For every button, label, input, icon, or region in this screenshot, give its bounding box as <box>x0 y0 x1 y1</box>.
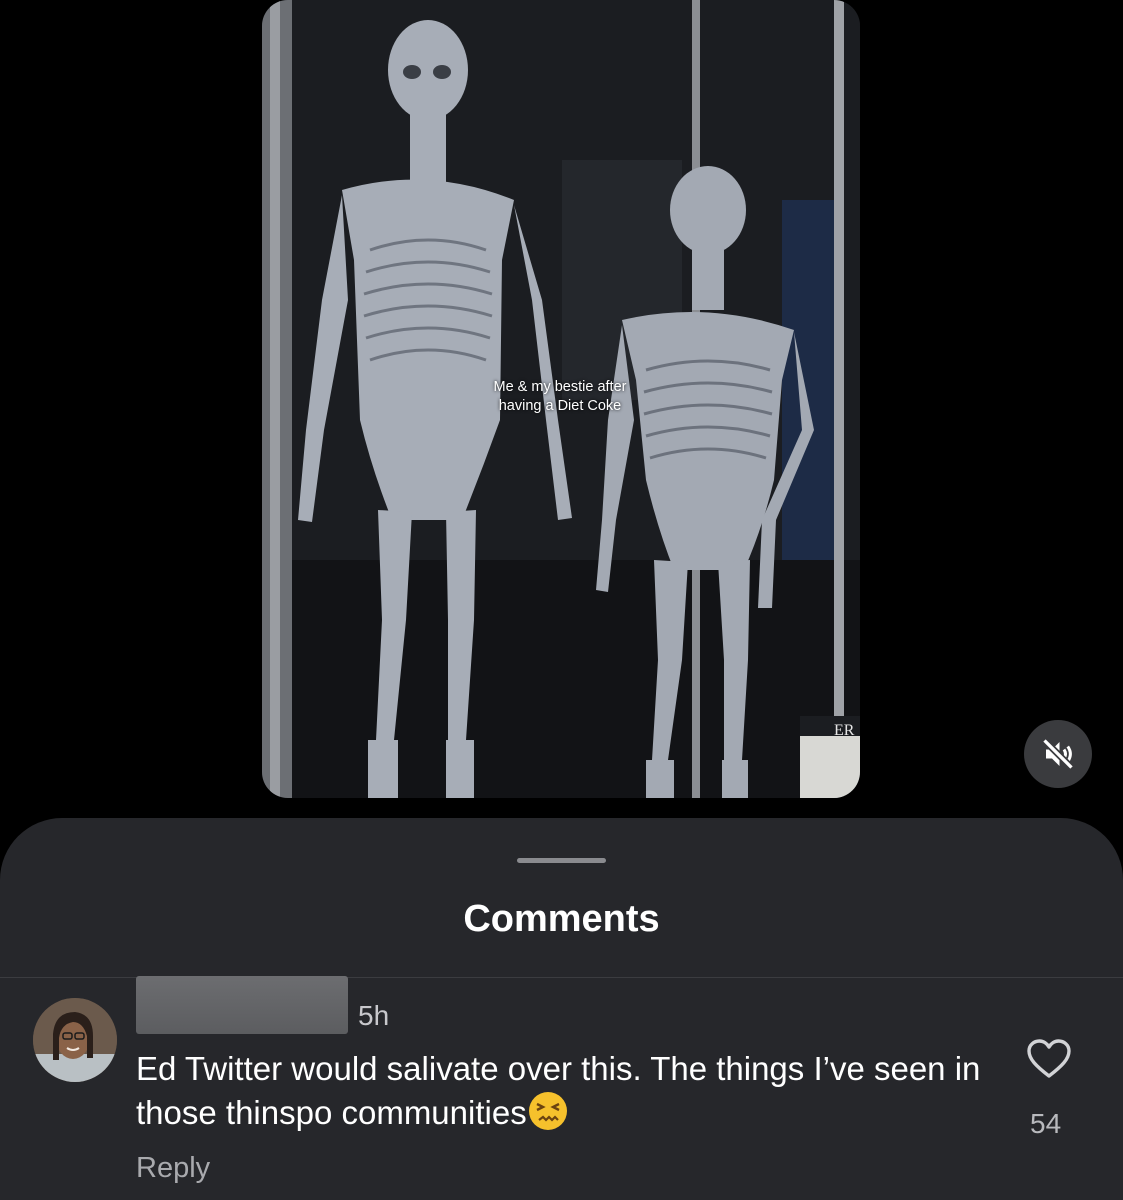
video-caption: Me & my bestie after having a Diet Coke <box>493 379 627 414</box>
avatar-image <box>33 998 117 1082</box>
comment-timestamp: 5h <box>358 1000 390 1031</box>
mute-button[interactable] <box>1024 720 1092 788</box>
sheet-grabber[interactable] <box>517 858 606 863</box>
video-preview[interactable]: ER Me & my bestie after having a Diet Co… <box>262 0 860 798</box>
comments-sheet: Comments 5h Ed Twitter would salivate ov… <box>0 818 1123 1200</box>
comments-title: Comments <box>463 898 660 940</box>
redacted-username <box>136 976 348 1034</box>
sign-fragment: ER <box>834 722 855 739</box>
speaker-muted-icon <box>1042 738 1074 770</box>
heart-outline-icon[interactable] <box>1026 1038 1072 1080</box>
avatar[interactable] <box>33 998 117 1082</box>
reply-button[interactable]: Reply <box>136 1152 210 1185</box>
confounded-face-icon <box>528 1092 567 1130</box>
like-count: 54 <box>1030 1108 1062 1139</box>
comment-body: Ed Twitter would salivate over this. The… <box>136 1048 1006 1134</box>
